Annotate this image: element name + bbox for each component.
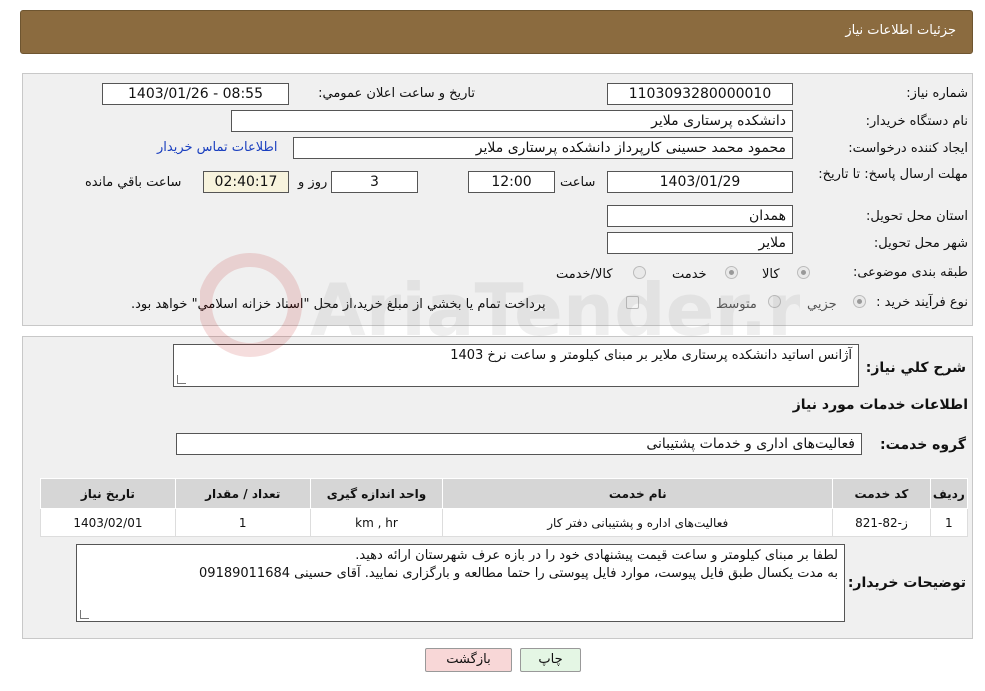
days-field: 3 bbox=[331, 171, 418, 193]
buyer-org-label: نام دستگاه خريدار: bbox=[865, 114, 968, 129]
summary-label: شرح کلي نياز: bbox=[865, 360, 966, 376]
city-label: شهر محل تحويل: bbox=[873, 236, 968, 251]
summary-text: آژانس اساتید دانشکده پرستاری ملایر بر مب… bbox=[450, 348, 852, 363]
province-field: همدان bbox=[607, 205, 793, 227]
creator-field: محمود محمد حسینی کارپرداز دانشکده پرستار… bbox=[293, 137, 793, 159]
buyer-notes-textarea: لطفا بر مبنای کیلومتر و ساعت قیمت پیشنها… bbox=[76, 544, 845, 622]
category-both-label: کالا/خدمت bbox=[556, 267, 613, 282]
announce-label: تاریخ و ساعت اعلان عمومي: bbox=[318, 86, 475, 101]
buyer-contact-link[interactable]: اطلاعات تماس خريدار bbox=[157, 140, 277, 155]
resize-grip-icon[interactable] bbox=[80, 610, 89, 619]
deadline-label: مهلت ارسال پاسخ: تا تاریخ: bbox=[818, 167, 968, 182]
services-table: رديف کد خدمت نام خدمت واحد اندازه گيری ت… bbox=[40, 478, 969, 537]
col-name: نام خدمت bbox=[442, 478, 834, 509]
print-button[interactable]: چاپ bbox=[520, 648, 581, 672]
process-minor-radio[interactable] bbox=[853, 295, 866, 308]
col-code: کد خدمت bbox=[832, 478, 931, 509]
time-label: ساعت bbox=[560, 175, 596, 190]
cell-unit: km , hr bbox=[309, 508, 444, 537]
service-group-field: فعاليت‌های اداری و خدمات پشتيبانی bbox=[176, 433, 862, 455]
city-field: ملاير bbox=[607, 232, 793, 254]
cell-name: فعالیت‌های اداره و پشتیبانی دفتر کار bbox=[442, 508, 834, 537]
buyer-notes-line2: به مدت یکسال طبق فایل پیوست، موارد فایل … bbox=[199, 566, 838, 581]
cell-date: 1403/02/01 bbox=[40, 508, 176, 537]
page-title: جزئیات اطلاعات نیاز bbox=[845, 23, 956, 38]
col-qty: تعداد / مقدار bbox=[174, 478, 311, 509]
resize-grip-icon[interactable] bbox=[177, 375, 186, 384]
category-service-radio[interactable] bbox=[725, 266, 738, 279]
category-goods-label: کالا bbox=[762, 267, 780, 282]
process-medium-label: متوسط bbox=[716, 297, 757, 312]
page-header: جزئیات اطلاعات نیاز bbox=[20, 10, 973, 54]
col-date: تاريخ نياز bbox=[40, 478, 176, 509]
col-row: رديف bbox=[929, 478, 969, 509]
days-label: روز و bbox=[298, 175, 328, 190]
process-medium-radio[interactable] bbox=[768, 295, 781, 308]
cell-qty: 1 bbox=[174, 508, 311, 537]
need-number-label: شماره نیاز: bbox=[906, 86, 968, 101]
col-unit: واحد اندازه گيری bbox=[309, 478, 444, 509]
need-number-field: 1103093280000010 bbox=[607, 83, 793, 105]
table-row: 1 ز-82-821 فعالیت‌های اداره و پشتیبانی د… bbox=[40, 508, 969, 537]
category-label: طبقه بندی موضوعی: bbox=[852, 265, 968, 280]
process-minor-label: جزيي bbox=[807, 297, 837, 312]
service-group-label: گروه خدمت: bbox=[880, 437, 966, 453]
remaining-label: ساعت باقي مانده bbox=[85, 175, 182, 190]
category-service-label: خدمت bbox=[672, 267, 707, 282]
cell-row: 1 bbox=[929, 508, 969, 537]
treasury-checkbox[interactable] bbox=[626, 296, 639, 309]
services-section-title: اطلاعات خدمات مورد نياز bbox=[792, 397, 968, 413]
province-label: استان محل تحويل: bbox=[866, 209, 968, 224]
remaining-time-field: 02:40:17 bbox=[203, 171, 289, 193]
buyer-notes-line1: لطفا بر مبنای کیلومتر و ساعت قیمت پیشنها… bbox=[355, 548, 838, 563]
table-header-row: رديف کد خدمت نام خدمت واحد اندازه گيری ت… bbox=[40, 478, 969, 509]
category-both-radio[interactable] bbox=[633, 266, 646, 279]
deadline-time-field: 12:00 bbox=[468, 171, 555, 193]
buyer-notes-label: توضيحات خريدار: bbox=[847, 575, 966, 591]
announce-field: 1403/01/26 - 08:55 bbox=[102, 83, 289, 105]
summary-textarea: آژانس اساتید دانشکده پرستاری ملایر بر مب… bbox=[173, 344, 859, 387]
cell-code: ز-82-821 bbox=[832, 508, 931, 537]
category-goods-radio[interactable] bbox=[797, 266, 810, 279]
payment-note: پرداخت تمام يا بخشي از مبلغ خريد،از محل … bbox=[131, 297, 546, 312]
process-label: نوع فرآيند خريد : bbox=[876, 295, 968, 310]
buyer-org-field: دانشکده پرستاری ملایر bbox=[231, 110, 793, 132]
back-button[interactable]: بازگشت bbox=[425, 648, 512, 672]
deadline-date-field: 1403/01/29 bbox=[607, 171, 793, 193]
creator-label: ايجاد کننده درخواست: bbox=[848, 141, 968, 156]
